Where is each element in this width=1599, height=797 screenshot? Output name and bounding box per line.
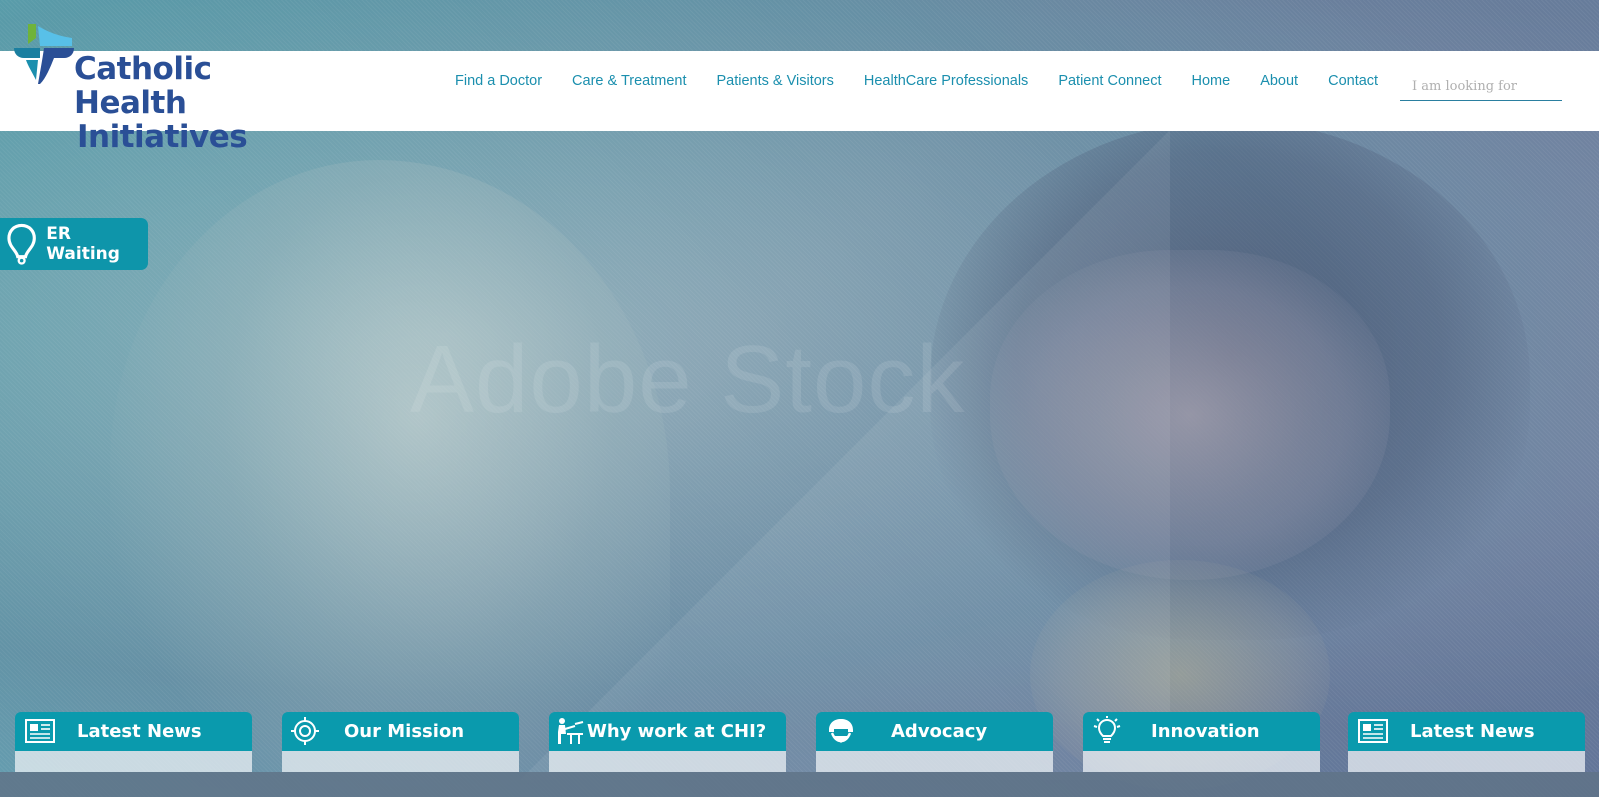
nav-home[interactable]: Home [1192, 73, 1231, 97]
nav-patient-connect[interactable]: Patient Connect [1058, 73, 1161, 97]
tile-advocacy[interactable]: Advocacy [816, 712, 1053, 772]
location-pin-icon [7, 223, 36, 265]
nav-find-a-doctor[interactable]: Find a Doctor [455, 73, 542, 97]
newspaper-icon [25, 719, 55, 743]
tile-body [282, 751, 519, 772]
lightbulb-icon [1093, 716, 1121, 743]
nav-about[interactable]: About [1260, 73, 1298, 97]
target-icon [291, 717, 319, 745]
nav-patients-visitors[interactable]: Patients & Visitors [716, 73, 833, 97]
newspaper-icon [1358, 719, 1388, 743]
stock-watermark: Adobe Stock [410, 326, 966, 433]
logo-cross-icon [14, 24, 74, 84]
tile-label: Why work at CHI? [587, 721, 767, 742]
er-waiting-label: ER Waiting [46, 224, 120, 264]
tile-header: Our Mission [282, 712, 519, 751]
tile-label: Latest News [1410, 721, 1535, 742]
bottom-bar [0, 772, 1599, 797]
tile-our-mission[interactable]: Our Mission [282, 712, 519, 772]
tile-header: Latest News [1348, 712, 1585, 751]
nav-healthcare-professionals[interactable]: HealthCare Professionals [864, 73, 1028, 97]
tile-header: Why work at CHI? [549, 712, 786, 751]
worker-desk-icon [558, 718, 584, 744]
er-waiting-button[interactable]: ER Waiting [0, 218, 148, 270]
logo-name-line2: Initiatives [77, 119, 248, 155]
tile-body [1083, 751, 1320, 772]
feature-tiles: Latest News Our Mission Why work at CHI?… [15, 712, 1585, 772]
tile-latest-news[interactable]: Latest News [15, 712, 252, 772]
main-nav: Find a Doctor Care & Treatment Patients … [455, 73, 1408, 97]
tile-why-work-at-chi[interactable]: Why work at CHI? [549, 712, 786, 772]
search-input[interactable] [1400, 73, 1562, 101]
tile-body [816, 751, 1053, 772]
chi-logo[interactable]: Catholic Health Initiatives [14, 22, 334, 154]
tile-header: Latest News [15, 712, 252, 751]
logo-name-line1: Catholic Health [74, 51, 212, 121]
logo-wordmark: Catholic Health Initiatives [74, 52, 334, 154]
tile-body [15, 751, 252, 772]
tile-label: Advocacy [891, 721, 988, 742]
nav-contact[interactable]: Contact [1328, 73, 1378, 97]
tile-body [1348, 751, 1585, 772]
tile-label: Our Mission [344, 721, 465, 742]
tile-latest-news-2[interactable]: Latest News [1348, 712, 1585, 772]
tile-innovation[interactable]: Innovation [1083, 712, 1320, 772]
tile-label: Latest News [77, 721, 202, 742]
hero-photo-child-face [990, 250, 1390, 580]
nav-care-treatment[interactable]: Care & Treatment [572, 73, 686, 97]
tile-header: Advocacy [816, 712, 1053, 751]
tile-label: Innovation [1151, 721, 1260, 742]
megaphone-icon [829, 719, 853, 743]
tile-header: Innovation [1083, 712, 1320, 751]
hero-photo-woman [110, 160, 670, 797]
tile-body [549, 751, 786, 772]
